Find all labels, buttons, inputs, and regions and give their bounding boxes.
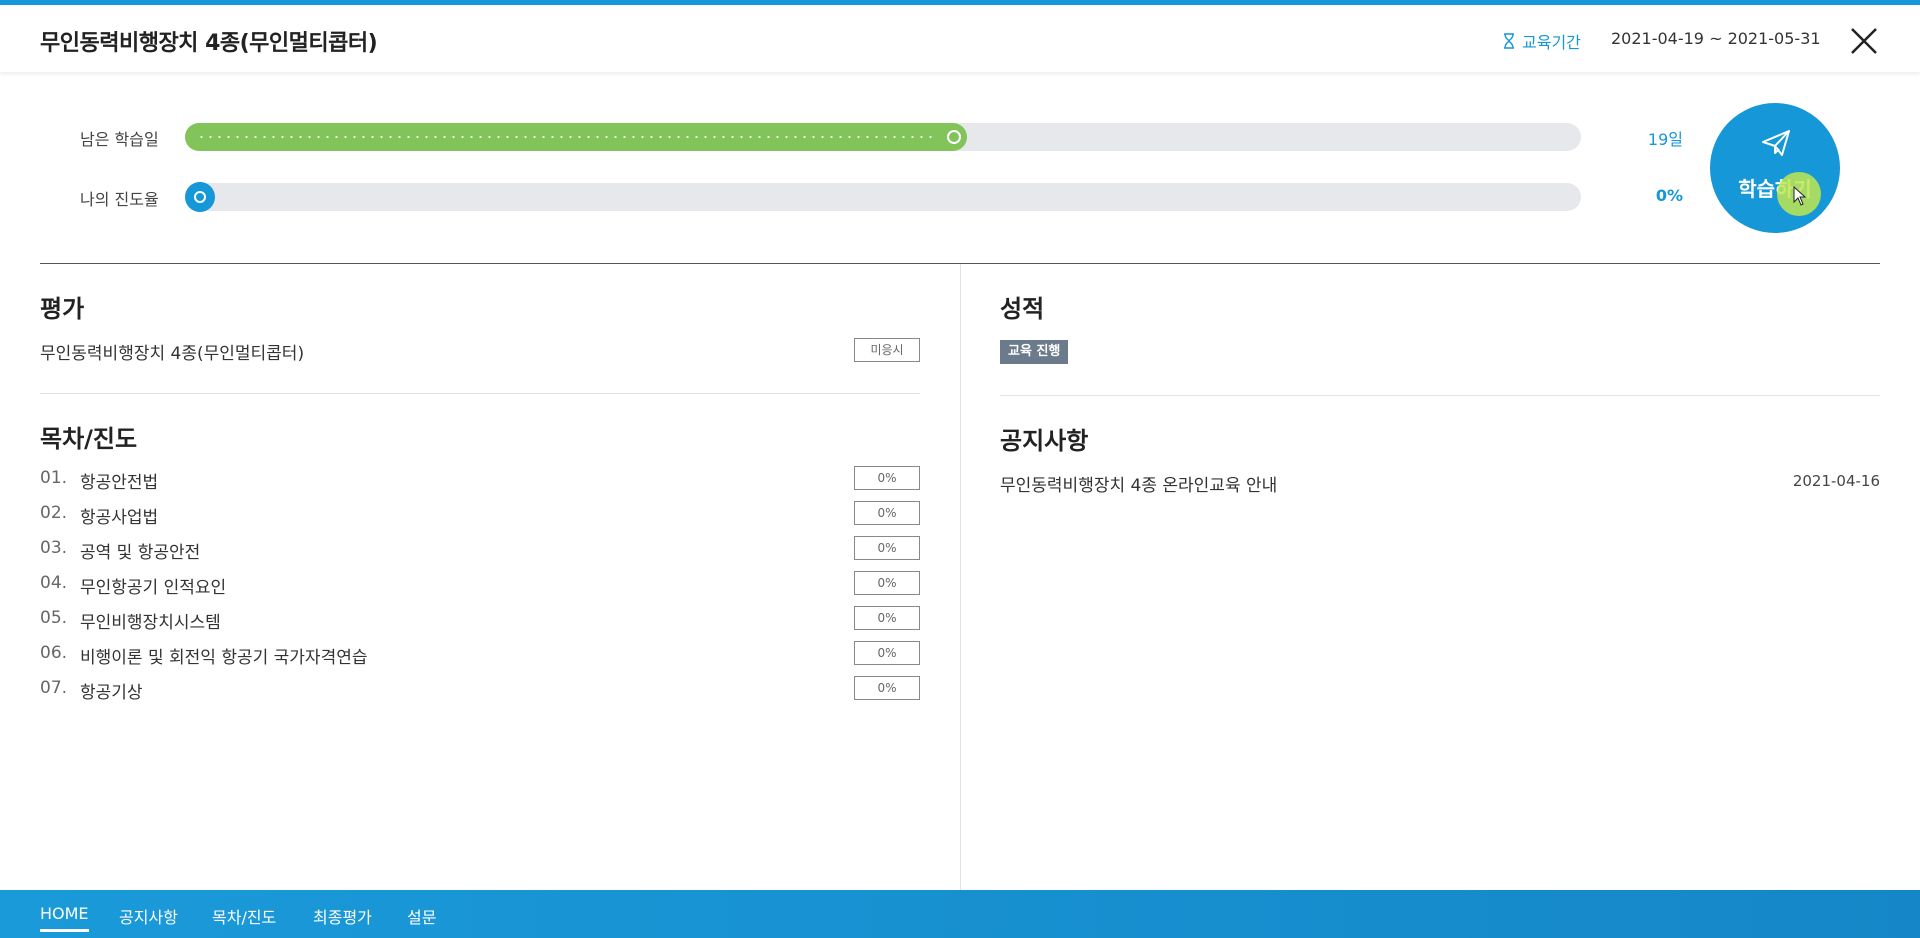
- evaluation-title: 평가: [40, 295, 85, 323]
- footer-nav: HOME 공지사항 목차/진도 최종평가 설문: [0, 890, 1920, 938]
- nav-final-exam[interactable]: 최종평가: [313, 904, 372, 928]
- top-bar: 무인동력비행장치 4종(무인멀티콥터) 교육기간 2021-04-19 ~ 20…: [0, 0, 1920, 72]
- toc-item[interactable]: 06. 비행이론 및 회전익 항공기 국가자격연습 0%: [40, 641, 920, 668]
- period-label: 교육기간: [1522, 33, 1581, 52]
- toc-item-name: 공역 및 항공안전: [80, 543, 201, 563]
- toc-item-number: 05.: [40, 608, 68, 628]
- paper-plane-icon: [1762, 130, 1790, 156]
- course-title: 무인동력비행장치 4종(무인멀티콥터): [40, 31, 378, 56]
- remaining-days-track: [185, 123, 1581, 151]
- toc-item-name: 무인비행장치시스템: [80, 613, 221, 633]
- toc-item[interactable]: 05. 무인비행장치시스템 0%: [40, 606, 920, 633]
- mouse-cursor-icon: [1793, 186, 1807, 206]
- remaining-days-row: 남은 학습일 19일: [80, 121, 1683, 151]
- remaining-days-knob: [947, 130, 961, 144]
- toc-item-progress: 0%: [854, 641, 920, 665]
- toc-item-name: 항공사업법: [80, 508, 159, 528]
- toc-item-progress: 0%: [854, 536, 920, 560]
- evaluation-item[interactable]: 무인동력비행장치 4종(무인멀티콥터): [40, 339, 304, 364]
- toc-item-number: 03.: [40, 538, 68, 558]
- toc-item-name: 항공기상: [80, 683, 143, 703]
- toc-item[interactable]: 02. 항공사업법 0%: [40, 501, 920, 528]
- remaining-days-label: 남은 학습일: [80, 130, 159, 149]
- nav-survey[interactable]: 설문: [407, 904, 436, 928]
- nav-notices[interactable]: 공지사항: [119, 904, 178, 928]
- period-dates: 2021-04-19 ~ 2021-05-31: [1611, 29, 1821, 48]
- toc-item-name: 비행이론 및 회전익 항공기 국가자격연습: [80, 648, 368, 668]
- toc-item-progress: 0%: [854, 676, 920, 700]
- my-progress-value: 0%: [1655, 186, 1683, 205]
- toc-item-progress: 0%: [854, 501, 920, 525]
- toc-item-number: 01.: [40, 468, 68, 488]
- remaining-days-fill: [185, 123, 967, 151]
- grades-status-chip: 교육 진행: [1000, 340, 1069, 364]
- grades-title: 성적: [1000, 295, 1045, 323]
- toc-item[interactable]: 04. 무인항공기 인적요인 0%: [40, 571, 920, 598]
- hourglass-icon: [1504, 33, 1514, 49]
- evaluation-status-badge: 미응시: [854, 338, 920, 362]
- close-icon[interactable]: [1848, 25, 1880, 57]
- grades-divider: [1000, 395, 1880, 396]
- fill-dots: [197, 136, 937, 138]
- toc-item-number: 04.: [40, 573, 68, 593]
- my-progress-label: 나의 진도율: [80, 190, 159, 209]
- column-separator: [960, 264, 961, 890]
- toc-item[interactable]: 01. 항공안전법 0%: [40, 466, 920, 493]
- toc-item-progress: 0%: [854, 571, 920, 595]
- toc-item[interactable]: 07. 항공기상 0%: [40, 676, 920, 703]
- toc-item[interactable]: 03. 공역 및 항공안전 0%: [40, 536, 920, 563]
- education-period: 교육기간: [1502, 29, 1581, 53]
- notices-title: 공지사항: [1000, 427, 1089, 455]
- toc-item-number: 02.: [40, 503, 68, 523]
- toc-item-number: 06.: [40, 643, 68, 663]
- remaining-days-value: 19일: [1647, 130, 1683, 149]
- nav-toc[interactable]: 목차/진도: [212, 904, 276, 928]
- toc-title: 목차/진도: [40, 425, 138, 453]
- toc-item-progress: 0%: [854, 466, 920, 490]
- nav-home[interactable]: HOME: [40, 904, 89, 932]
- my-progress-track: [185, 182, 1581, 212]
- toc-item-name: 무인항공기 인적요인: [80, 578, 227, 598]
- my-progress-knob: [185, 182, 215, 212]
- toc-item-name: 항공안전법: [80, 473, 159, 493]
- toc-item-number: 07.: [40, 678, 68, 698]
- my-progress-row: 나의 진도율 0%: [80, 181, 1683, 212]
- notice-item-date: 2021-04-16: [1792, 472, 1880, 490]
- toc-item-progress: 0%: [854, 606, 920, 630]
- evaluation-divider: [40, 393, 920, 394]
- study-button[interactable]: 학습하기: [1710, 103, 1840, 233]
- notice-item-title[interactable]: 무인동력비행장치 4종 온라인교육 안내: [1000, 471, 1277, 496]
